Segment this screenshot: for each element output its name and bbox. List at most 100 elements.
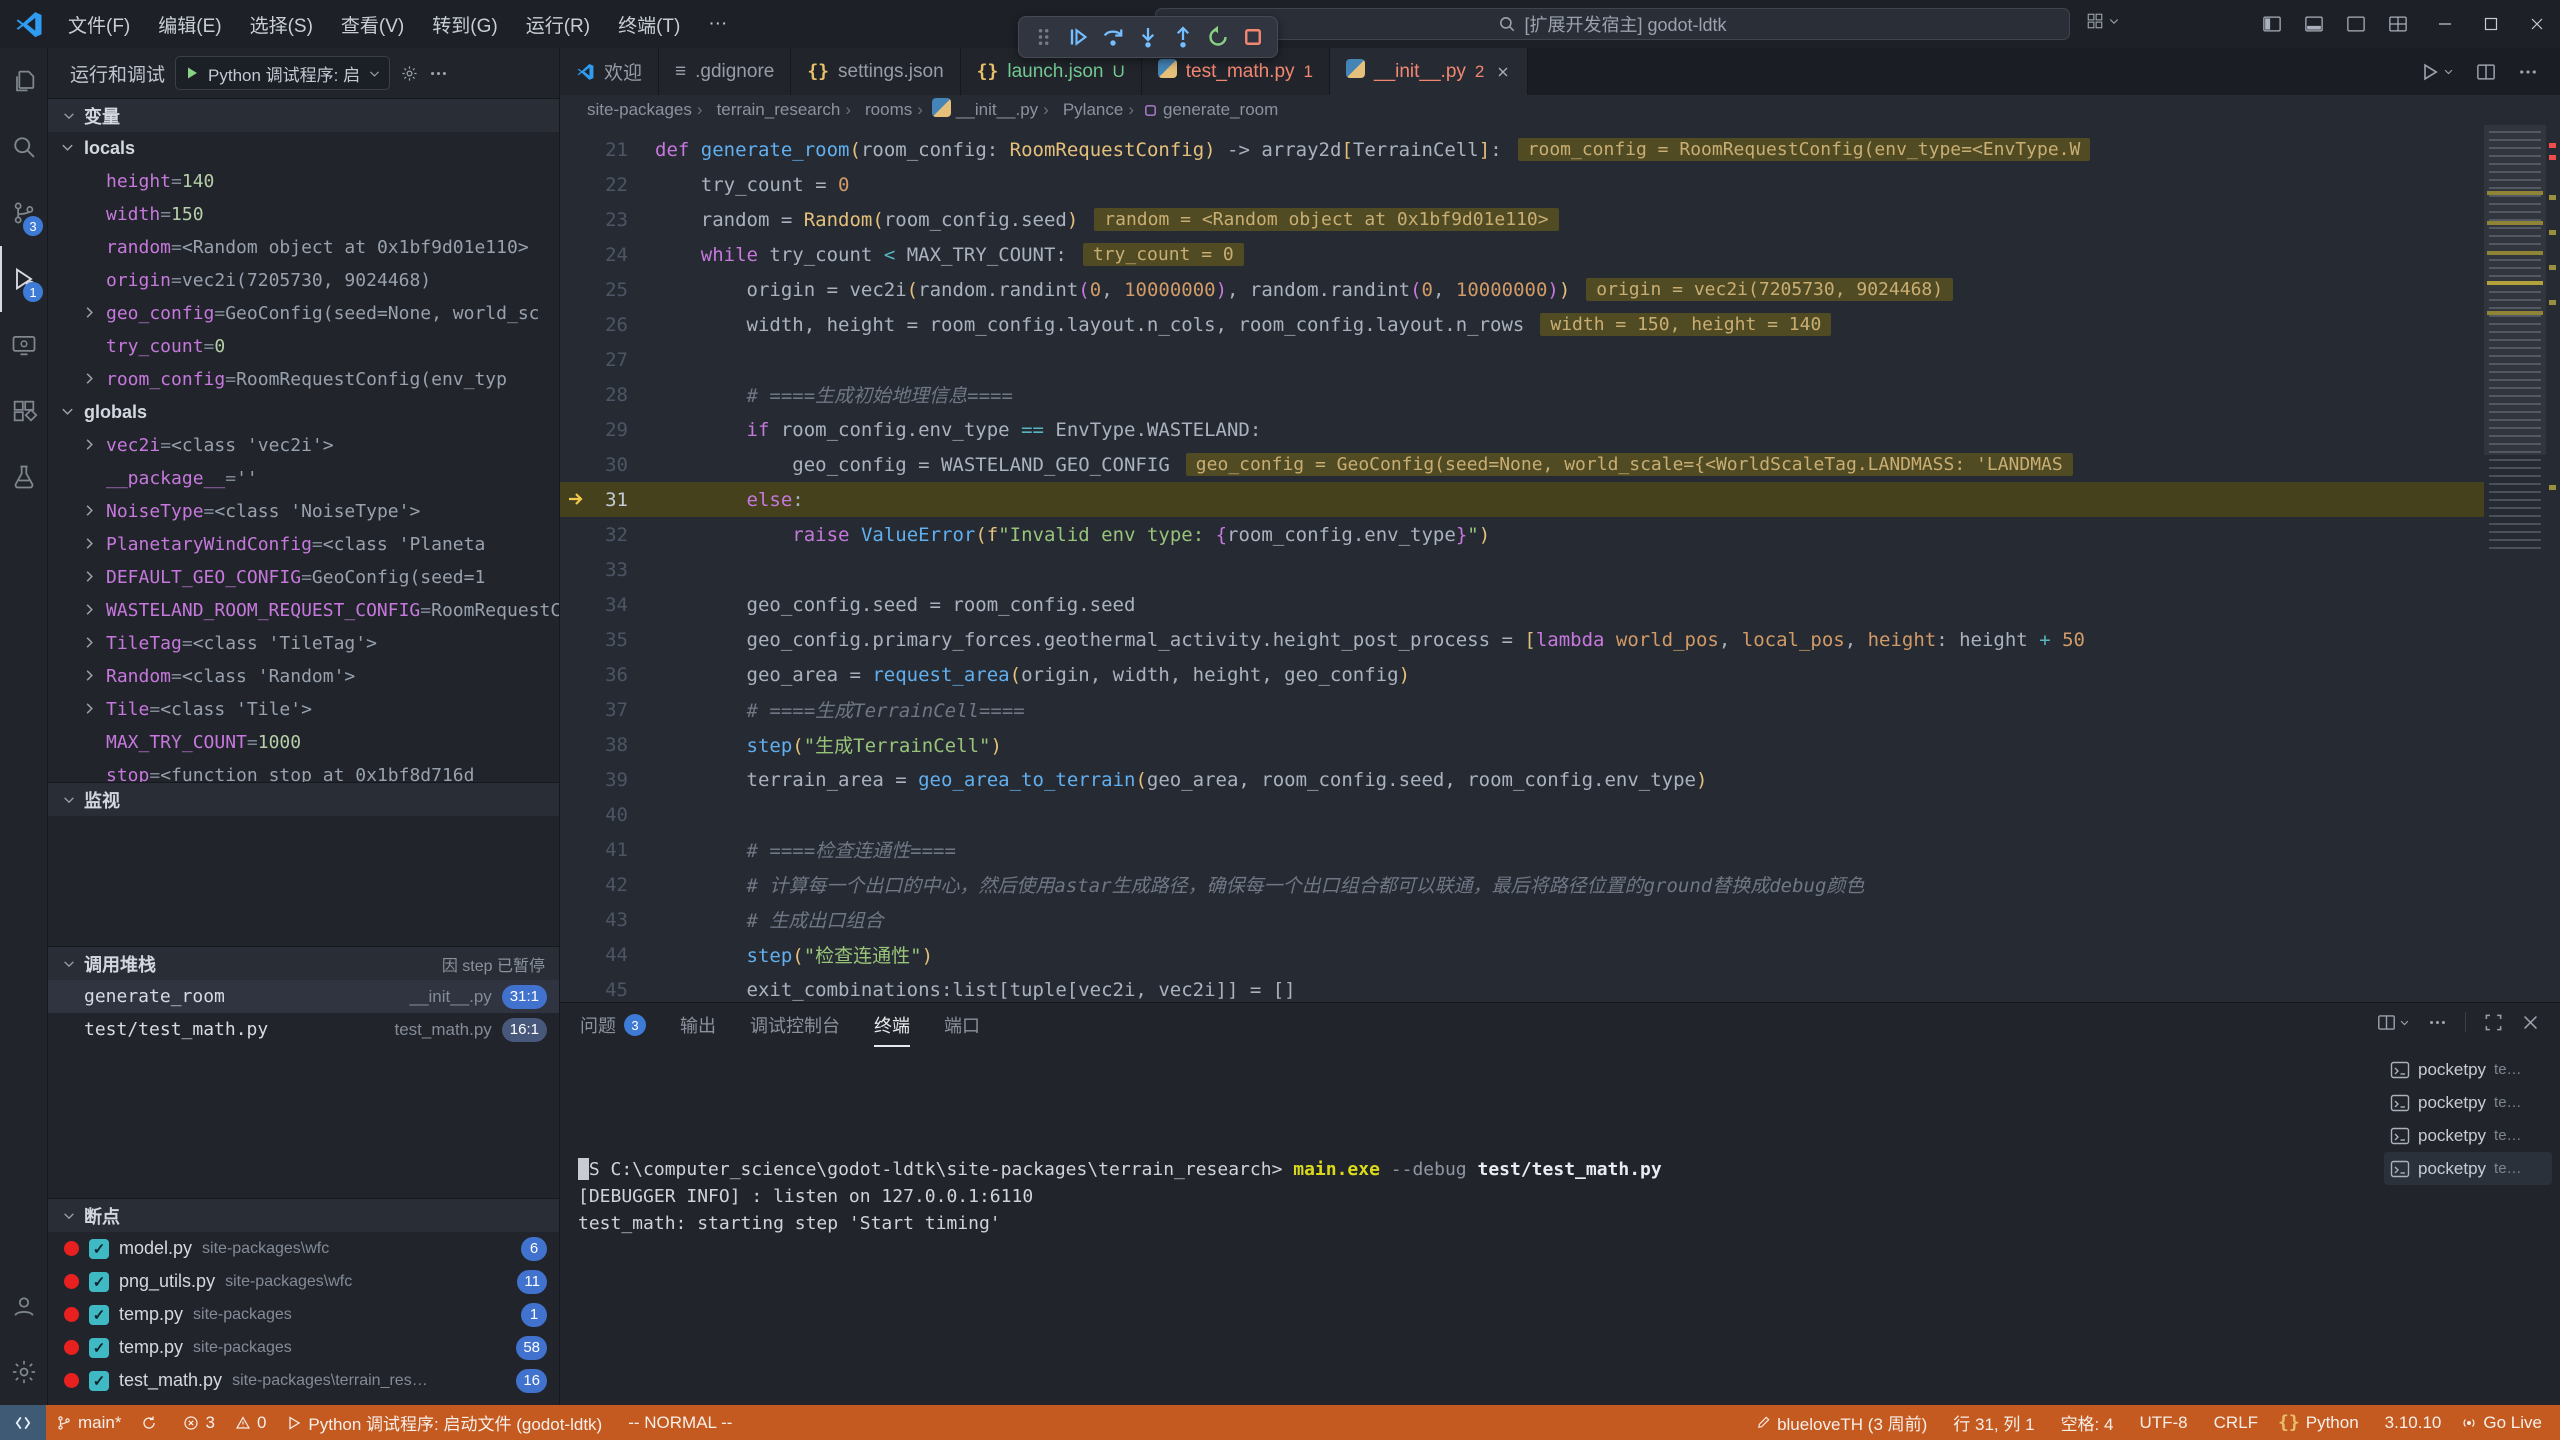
debug-step-out-icon[interactable] [1169,21,1197,53]
code-line[interactable]: 41 # ====检查连通性==== [560,832,2484,867]
status-item[interactable]: CRLF [2198,1405,2268,1440]
status-item[interactable] [131,1405,173,1440]
debug-step-into-icon[interactable] [1134,21,1162,53]
breadcrumb-item[interactable]: __init__.py › [932,98,1049,122]
code-line[interactable]: 32 raise ValueError(f"Invalid env type: … [560,517,2484,552]
status-item[interactable]: 3 [173,1405,224,1440]
panel-tab[interactable]: 端口 [944,1003,980,1047]
variable-row[interactable]: NoiseType = <class 'NoiseType'> [48,495,559,528]
debug-toolbar-grip[interactable] [1029,21,1057,53]
variable-row[interactable]: WASTELAND_ROOM_REQUEST_CONFIG = RoomRequ… [48,594,559,627]
code-line[interactable]: 37 # ====生成TerrainCell==== [560,692,2484,727]
code-line[interactable]: 21 def generate_room(room_config: RoomRe… [560,132,2484,167]
breadcrumb-item[interactable]: site-packages › [582,100,703,120]
code-line[interactable]: 35 geo_config.primary_forces.geothermal_… [560,622,2484,657]
breakpoints-section-header[interactable]: 断点 [48,1198,559,1232]
breakpoint-row[interactable]: ✓ temp.py site-packages 58 [48,1331,559,1364]
split-editor-icon[interactable] [2476,62,2496,82]
editor-tab[interactable]: 欢迎 [560,48,659,95]
breadcrumb-item[interactable]: generate_room [1143,100,1278,120]
menu-item[interactable]: 转到(G) [418,0,511,48]
code-line[interactable]: 40 [560,797,2484,832]
remote-indicator[interactable] [0,1405,46,1440]
status-item[interactable]: -- NORMAL -- [612,1405,742,1440]
close-panel-icon[interactable] [2521,1013,2540,1032]
code-line[interactable]: 31 else: [560,482,2484,517]
code-line[interactable]: 20 [560,125,2484,132]
status-item[interactable]: UTF-8 [2123,1405,2197,1440]
panel-tab[interactable]: 输出 [680,1003,716,1047]
explorer-icon[interactable] [0,48,48,114]
debug-stop-icon[interactable] [1239,21,1267,53]
menu-item[interactable]: 终端(T) [604,0,694,48]
remote-explorer-icon[interactable] [0,312,48,378]
code-line[interactable]: 22 try_count = 0 [560,167,2484,202]
code-line[interactable]: 29 if room_config.env_type == EnvType.WA… [560,412,2484,447]
breakpoint-checkbox[interactable]: ✓ [89,1239,109,1259]
breakpoint-row[interactable]: ✓ png_utils.py site-packages\wfc 11 [48,1265,559,1298]
status-item[interactable]: Go Live [2451,1405,2552,1440]
panel-tab[interactable]: 调试控制台 [750,1003,840,1047]
terminal-output[interactable]: PS C:\computer_science\godot-ldtk\site-p… [578,1075,2360,1237]
customize-layout-icon[interactable] [2388,14,2408,34]
testing-icon[interactable] [0,444,48,510]
status-item[interactable]: 行 31, 列 1 [1937,1405,2044,1440]
code-line[interactable]: 45 exit_combinations:list[tuple[vec2i, v… [560,972,2484,1002]
variable-row[interactable]: height = 140 [48,165,559,198]
run-python-file-icon[interactable] [2420,62,2454,82]
toggle-primary-sidebar-icon[interactable] [2262,14,2282,34]
menu-item[interactable]: 文件(F) [54,0,144,48]
toggle-panel-icon[interactable] [2304,14,2324,34]
code-line[interactable]: 33 [560,552,2484,587]
run-and-debug-icon[interactable]: 1 [0,246,48,312]
sidebar-more-actions-icon[interactable] [429,64,448,83]
breakpoint-checkbox[interactable]: ✓ [89,1338,109,1358]
settings-gear-icon[interactable] [0,1339,48,1405]
code-line[interactable]: 28 # ====生成初始地理信息==== [560,377,2484,412]
panel-tab[interactable]: 终端 [874,1003,910,1047]
code-line[interactable]: 27 [560,342,2484,377]
breakpoint-row[interactable]: ✓ model.py site-packages\wfc 6 [48,1232,559,1265]
variable-row[interactable]: try_count = 0 [48,330,559,363]
code-line[interactable]: 34 geo_config.seed = room_config.seed [560,587,2484,622]
menu-item[interactable]: 运行(R) [512,0,604,48]
code-editor[interactable]: 20 21 def generate_room(room_config: Roo… [560,125,2560,1002]
status-item[interactable]: 3.10.10 [2369,1405,2452,1440]
debug-step-over-icon[interactable] [1099,21,1127,53]
menu-item[interactable]: ··· [694,0,741,48]
breakpoint-row[interactable]: ✓ temp.py site-packages 1 [48,1298,559,1331]
variable-row[interactable]: width = 150 [48,198,559,231]
source-control-icon[interactable]: 3 [0,180,48,246]
variable-row[interactable]: random = <Random object at 0x1bf9d01e110… [48,231,559,264]
menu-item[interactable]: 选择(S) [236,0,327,48]
variable-row[interactable]: PlanetaryWindConfig = <class 'Planeta [48,528,559,561]
grid-menu-icon[interactable] [2086,12,2120,30]
terminal-instance[interactable]: pocketpy te… [2384,1152,2552,1185]
terminal-instance[interactable]: pocketpy te… [2384,1053,2552,1086]
code-line[interactable]: 38 step("生成TerrainCell") [560,727,2484,762]
editor-more-actions-icon[interactable] [2518,62,2538,82]
breakpoint-checkbox[interactable]: ✓ [89,1272,109,1292]
code-line[interactable]: 36 geo_area = request_area(origin, width… [560,657,2484,692]
maximize-panel-icon[interactable] [2484,1013,2503,1032]
editor-tab[interactable]: {} settings.json [791,48,960,95]
variable-row[interactable]: vec2i = <class 'vec2i'> [48,429,559,462]
code-line[interactable]: 42 # 计算每一个出口的中心，然后使用astar生成路径，确保每一个出口组合都… [560,867,2484,902]
call-stack-frame[interactable]: generate_room __init__.py 31:1 [48,980,559,1013]
code-line[interactable]: 44 step("检查连通性") [560,937,2484,972]
panel-tab[interactable]: 问题 3 [580,1003,646,1047]
breakpoint-checkbox[interactable]: ✓ [89,1305,109,1325]
code-line[interactable]: 24 while try_count < MAX_TRY_COUNT: try_… [560,237,2484,272]
extensions-icon[interactable] [0,378,48,444]
editor-tab[interactable]: __init__.py 2 [1330,48,1528,95]
split-terminal-icon[interactable] [2377,1013,2410,1032]
watch-section-header[interactable]: 监视 [48,782,559,816]
status-item[interactable]: Python 调试程序: 启动文件 (godot-ldtk) [276,1405,612,1440]
menu-item[interactable]: 查看(V) [327,0,418,48]
status-item[interactable]: {} Python [2268,1405,2369,1440]
variable-row[interactable]: globals [48,396,559,429]
code-line[interactable]: 23 random = Random(room_config.seed) ran… [560,202,2484,237]
breakpoint-row[interactable]: ✓ test_math.py site-packages\terrain_res… [48,1364,559,1397]
variable-row[interactable]: Random = <class 'Random'> [48,660,559,693]
terminal-instance[interactable]: pocketpy te… [2384,1086,2552,1119]
